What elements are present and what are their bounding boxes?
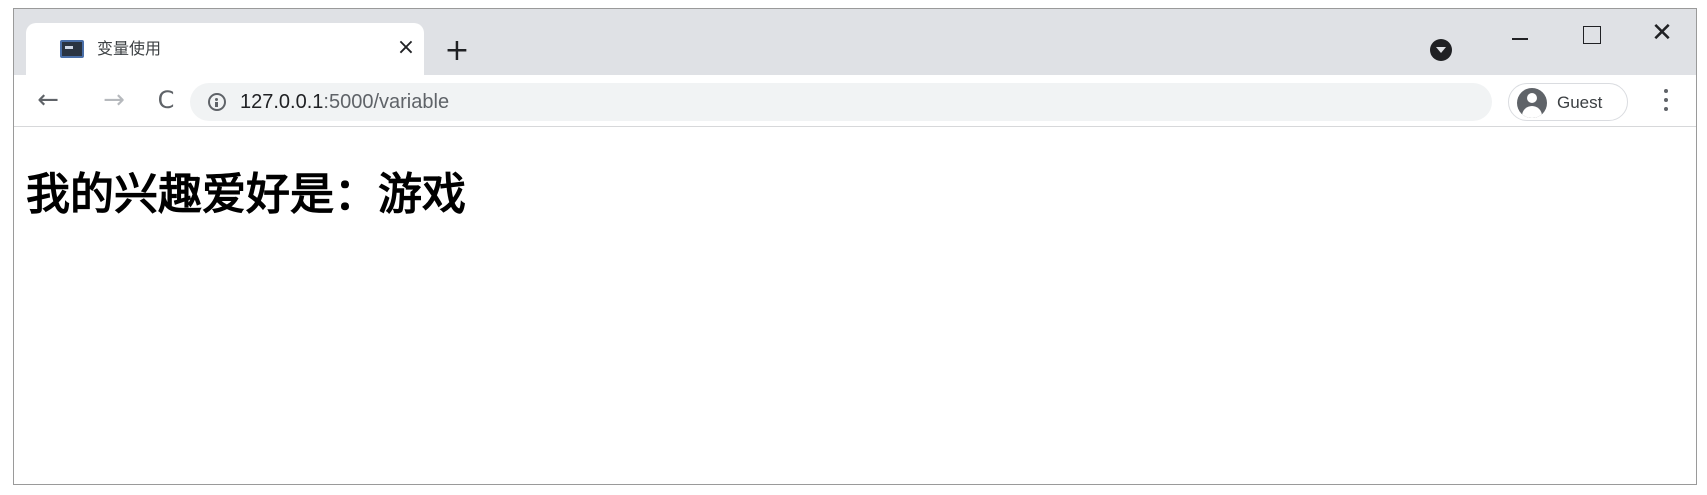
terminal-favicon-icon: [60, 40, 84, 58]
toolbar: ← → C 127.0.0.1:5000/variable Guest: [14, 75, 1696, 127]
reload-button[interactable]: C: [150, 85, 182, 117]
info-icon[interactable]: [208, 93, 226, 111]
page-heading: 我的兴趣爱好是：游戏: [26, 169, 466, 220]
forward-button[interactable]: →: [98, 85, 130, 117]
back-button[interactable]: ←: [32, 85, 64, 117]
page-content: 我的兴趣爱好是：游戏: [14, 128, 1696, 484]
menu-dot: [1664, 107, 1668, 111]
more-menu-icon[interactable]: [1660, 87, 1672, 115]
tab-strip: 变量使用 × + ✕: [14, 9, 1696, 75]
address-bar[interactable]: 127.0.0.1:5000/variable: [190, 83, 1492, 121]
url-host: 127.0.0.1: [240, 91, 324, 113]
tab-search-icon[interactable]: [1430, 39, 1452, 61]
tab-active[interactable]: 变量使用 ×: [26, 23, 424, 75]
profile-button[interactable]: Guest: [1508, 83, 1628, 121]
browser-window: 变量使用 × + ✕ ← → C 127.0.0.1:5000/variable…: [13, 8, 1697, 485]
url-text[interactable]: 127.0.0.1:5000/variable: [240, 90, 449, 114]
profile-label: Guest: [1557, 93, 1603, 112]
minimize-button[interactable]: [1494, 17, 1544, 53]
url-path: :5000/variable: [323, 91, 450, 113]
maximize-button[interactable]: [1565, 17, 1615, 53]
menu-dot: [1664, 89, 1668, 93]
account-icon: [1517, 88, 1547, 118]
close-window-button[interactable]: ✕: [1637, 17, 1687, 53]
menu-dot: [1664, 98, 1668, 102]
tab-close-icon[interactable]: ×: [394, 34, 418, 62]
tab-title: 变量使用: [97, 39, 162, 58]
new-tab-button[interactable]: +: [441, 35, 473, 67]
